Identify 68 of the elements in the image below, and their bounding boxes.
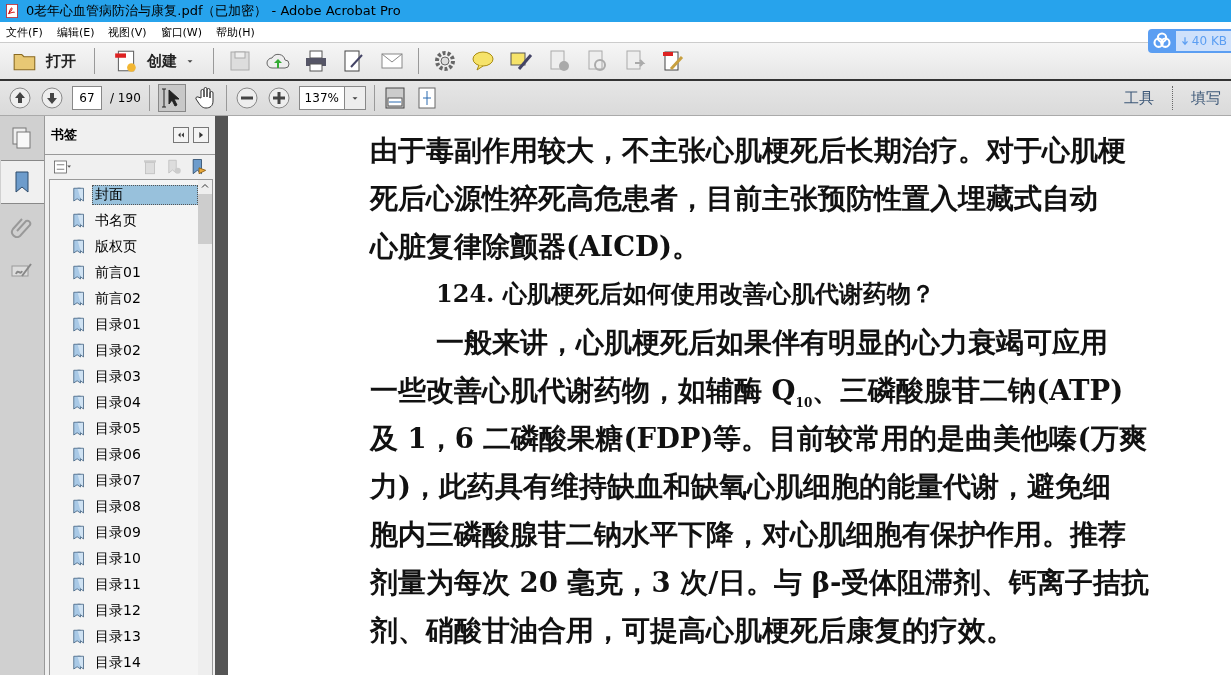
- page-down-icon[interactable]: [40, 86, 64, 110]
- bookmark-item[interactable]: 目录14: [92, 653, 198, 673]
- text-line: 力)，此药具有维持缺血和缺氧心肌细胞的能量代谢，避免细: [370, 470, 1111, 502]
- text-line: 胞内三磷酸腺苷二钠水平下降，对心肌细胞有保护作用。推荐: [370, 518, 1126, 550]
- pdf-file-icon: [4, 3, 20, 19]
- scrollbar[interactable]: [198, 180, 212, 675]
- bookmark-item[interactable]: 目录11: [92, 575, 198, 595]
- section-heading: 124. 心肌梗死后如何使用改善心肌代谢药物？: [436, 279, 935, 308]
- text-line: 死后心源性猝死高危患者，目前主张预防性置入埋藏式自动: [370, 182, 1098, 214]
- document-arrow-icon[interactable]: [623, 49, 647, 73]
- select-tool[interactable]: [157, 84, 186, 112]
- edit-document-icon[interactable]: [342, 49, 366, 73]
- settings-icon[interactable]: [433, 49, 457, 73]
- text-line: 由于毒副作用较大，不主张心肌梗死后长期治疗。对于心肌梗: [370, 134, 1126, 166]
- bookmark-item[interactable]: 目录05: [92, 419, 198, 439]
- bookmark-item[interactable]: 目录06: [92, 445, 198, 465]
- window-title: 0老年心血管病防治与康复.pdf（已加密） - Adobe Acrobat Pro: [26, 2, 401, 20]
- text-line: 剂量为每次 20 毫克，3 次/日。与 β-受体阻滞剂、钙离子拮抗: [370, 566, 1150, 598]
- save-icon[interactable]: [228, 49, 252, 73]
- bookmark-item[interactable]: 版权页: [92, 237, 198, 257]
- cloud-icon: [1151, 31, 1172, 51]
- bookmark-item[interactable]: 前言01: [92, 263, 198, 283]
- side-tab[interactable]: [0, 160, 44, 204]
- zoom-dropdown[interactable]: 137%: [298, 86, 366, 110]
- bookmark-item[interactable]: 前言02: [92, 289, 198, 309]
- create-button[interactable]: 创建: [109, 46, 199, 76]
- menu-item[interactable]: 编辑(E): [56, 24, 95, 40]
- document-pencil-icon[interactable]: [661, 49, 685, 73]
- panel-title: 书签: [51, 125, 77, 144]
- open-button[interactable]: 打开: [8, 46, 80, 76]
- scrollbar-thumb[interactable]: [198, 194, 212, 244]
- text-line: 及 1，6 二磷酸果糖(FDP)等。目前较常用的是曲美他嗪(万爽: [370, 422, 1147, 454]
- page-total: / 190: [110, 91, 141, 105]
- print-icon[interactable]: [304, 49, 328, 73]
- text-pen-icon[interactable]: [509, 49, 533, 73]
- menu-item[interactable]: 帮助(H): [216, 24, 255, 40]
- menu-item[interactable]: 窗口(W): [160, 24, 203, 40]
- toolbar-tab[interactable]: 工具: [1114, 88, 1164, 108]
- collapse-button[interactable]: [173, 126, 189, 143]
- fit-width-icon[interactable]: [382, 86, 407, 110]
- menu-item[interactable]: 视图(V): [108, 24, 147, 40]
- bookmark-item[interactable]: 目录13: [92, 627, 198, 647]
- bookmark-item[interactable]: 目录01: [92, 315, 198, 335]
- bookmark-item[interactable]: 目录12: [92, 601, 198, 621]
- text-line: 剂、硝酸甘油合用，可提高心肌梗死后康复的疗效。: [370, 614, 1014, 646]
- expand-button[interactable]: [193, 126, 209, 143]
- options-icon[interactable]: [51, 157, 73, 176]
- bookmark-item[interactable]: 目录04: [92, 393, 198, 413]
- bookmark-item[interactable]: 目录03: [92, 367, 198, 387]
- comment-icon[interactable]: [471, 49, 495, 73]
- zoom-out-icon[interactable]: [234, 86, 259, 110]
- bookmark-item[interactable]: 封面: [92, 185, 198, 205]
- pages-icon[interactable]: [10, 126, 34, 150]
- bookmark-item[interactable]: 目录09: [92, 523, 198, 543]
- bookmark-item[interactable]: 目录02: [92, 341, 198, 361]
- page-up-icon[interactable]: [8, 86, 32, 110]
- down-arrow-icon: [1179, 35, 1190, 47]
- toolbar-tab[interactable]: 填写: [1181, 88, 1231, 108]
- bookmark-item[interactable]: 目录07: [92, 471, 198, 491]
- bookmark-item[interactable]: 书名页: [92, 211, 198, 231]
- text-line: 心脏复律除颤器(AICD)。: [370, 230, 700, 262]
- bookmark-item[interactable]: 目录10: [92, 549, 198, 569]
- zoom-in-icon[interactable]: [266, 86, 291, 110]
- bookmark-item[interactable]: 目录08: [92, 497, 198, 517]
- text-line: 一般来讲，心肌梗死后如果伴有明显的心力衰竭可应用: [436, 326, 1108, 358]
- page-number-field[interactable]: 67: [72, 86, 102, 110]
- text-line: 一些改善心肌代谢药物，如辅酶 Q$_{10}$、三磷酸腺苷二钠(ATP): [370, 374, 1124, 406]
- menu-item[interactable]: 文件(F): [6, 24, 43, 40]
